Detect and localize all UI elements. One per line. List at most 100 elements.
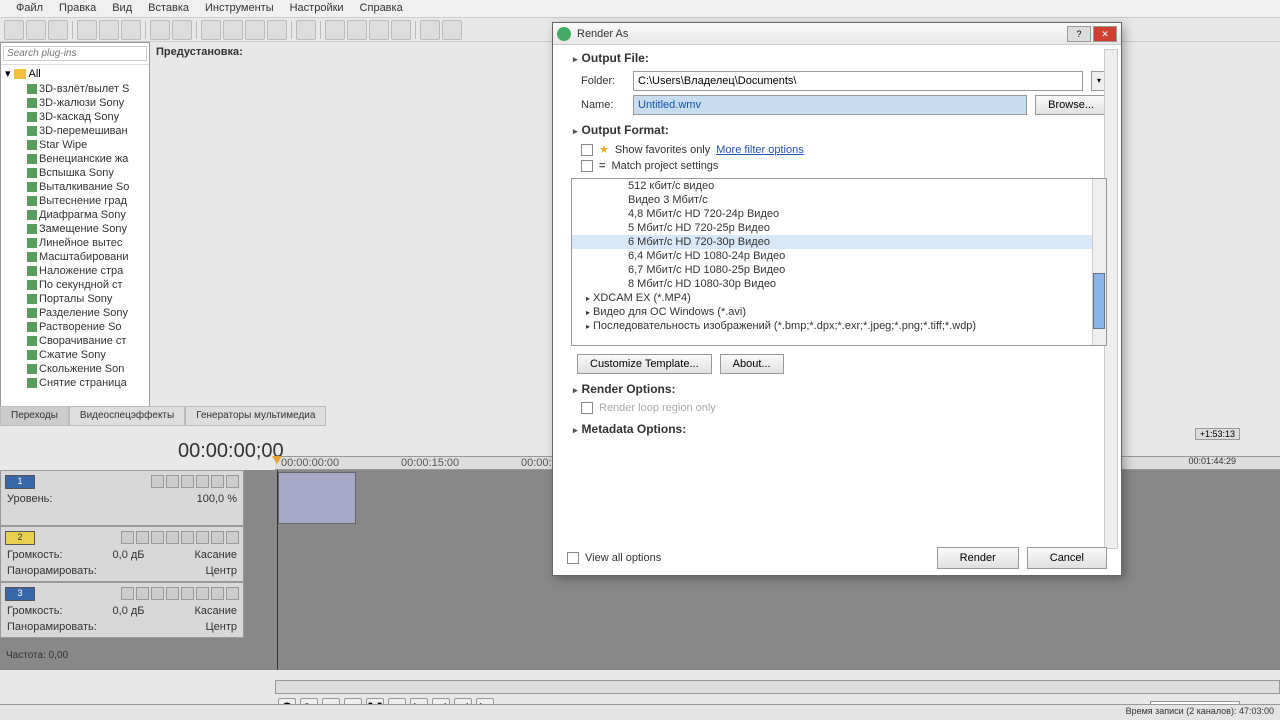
format-item[interactable]: 6,7 Мбит/с HD 1080-25p Видео <box>572 263 1106 277</box>
tb-tool-7[interactable] <box>347 20 367 40</box>
close-button[interactable]: ✕ <box>1093 26 1117 42</box>
format-item[interactable]: 8 Мбит/с HD 1080-30p Видео <box>572 277 1106 291</box>
tb-tool-4[interactable] <box>267 20 287 40</box>
menu-help[interactable]: Справка <box>352 0 411 17</box>
track-header-3[interactable]: 3 Громкость:0,0 дБКасание Панорамировать… <box>0 582 244 638</box>
menu-tools[interactable]: Инструменты <box>197 0 282 17</box>
tree-item[interactable]: Линейное вытес <box>1 236 149 250</box>
track-number: 3 <box>5 587 35 601</box>
menu-file[interactable]: Файл <box>8 0 51 17</box>
menu-insert[interactable]: Вставка <box>140 0 197 17</box>
tree-item[interactable]: Диафрагма Sony <box>1 208 149 222</box>
section-output-file[interactable]: Output File: <box>567 45 1107 69</box>
tree-item[interactable]: Сворачивание ст <box>1 334 149 348</box>
format-list[interactable]: 512 кбит/с видео Видео 3 Мбит/с 4,8 Мбит… <box>571 178 1107 346</box>
match-project-checkbox[interactable] <box>581 160 593 172</box>
tb-tool-11[interactable] <box>442 20 462 40</box>
section-metadata[interactable]: Metadata Options: <box>567 416 1107 440</box>
format-scroll-thumb[interactable] <box>1093 273 1105 329</box>
video-clip[interactable] <box>278 472 356 524</box>
tree-item[interactable]: Порталы Sony <box>1 292 149 306</box>
format-group[interactable]: Последовательность изображений (*.bmp;*.… <box>572 319 1106 333</box>
tree-item[interactable]: Star Wipe <box>1 138 149 152</box>
tree-item[interactable]: Наложение стра <box>1 264 149 278</box>
panel-tabs: Переходы Видеоспецэффекты Генераторы мул… <box>0 406 326 426</box>
tree-item[interactable]: Вспышка Sony <box>1 166 149 180</box>
effects-panel: ▾All 3D-взлёт/вылет S 3D-жалюзи Sony 3D-… <box>0 42 150 412</box>
tb-tool-3[interactable] <box>245 20 265 40</box>
tree-item[interactable]: Вытеснение град <box>1 194 149 208</box>
tree-item[interactable]: Растворение So <box>1 320 149 334</box>
dialog-title: Render As <box>577 28 1065 40</box>
show-favorites-checkbox[interactable] <box>581 144 593 156</box>
tree-item[interactable]: 3D-перемешиван <box>1 124 149 138</box>
tree-item[interactable]: Разделение Sony <box>1 306 149 320</box>
tree-item[interactable]: Сжатие Sony <box>1 348 149 362</box>
tb-tool-6[interactable] <box>325 20 345 40</box>
tree-item[interactable]: По секундной ст <box>1 278 149 292</box>
loop-region-checkbox <box>581 402 593 414</box>
tree-item[interactable]: Снятие страница <box>1 376 149 390</box>
dialog-titlebar[interactable]: Render As ? ✕ <box>553 23 1121 45</box>
customize-template-button[interactable]: Customize Template... <box>577 354 712 374</box>
tab-transitions[interactable]: Переходы <box>0 406 69 426</box>
tree-item[interactable]: 3D-каскад Sony <box>1 110 149 124</box>
section-render-options[interactable]: Render Options: <box>567 376 1107 400</box>
tree-item[interactable]: Скольжение Son <box>1 362 149 376</box>
tb-tool-1[interactable] <box>201 20 221 40</box>
tree-item[interactable]: Замещение Sony <box>1 222 149 236</box>
format-item-selected[interactable]: 6 Мбит/с HD 720-30p Видео <box>572 235 1106 249</box>
tb-undo[interactable] <box>150 20 170 40</box>
format-item[interactable]: 5 Мбит/с HD 720-25p Видео <box>572 221 1106 235</box>
tb-cut[interactable] <box>77 20 97 40</box>
view-all-label: View all options <box>585 552 661 564</box>
tb-paste[interactable] <box>121 20 141 40</box>
timecode-display: 00:00:00;00 <box>178 440 284 463</box>
tb-tool-2[interactable] <box>223 20 243 40</box>
cancel-button[interactable]: Cancel <box>1027 547 1107 569</box>
menu-settings[interactable]: Настройки <box>282 0 352 17</box>
more-filter-link[interactable]: More filter options <box>716 144 803 156</box>
tb-tool-5[interactable] <box>296 20 316 40</box>
render-button[interactable]: Render <box>937 547 1019 569</box>
tb-tool-9[interactable] <box>391 20 411 40</box>
tb-redo[interactable] <box>172 20 192 40</box>
tb-tool-10[interactable] <box>420 20 440 40</box>
track-header-2[interactable]: 2 Громкость:0,0 дБКасание Панорамировать… <box>0 526 244 582</box>
section-output-format[interactable]: Output Format: <box>567 117 1107 141</box>
tb-copy[interactable] <box>99 20 119 40</box>
search-input[interactable] <box>3 46 147 61</box>
browse-button[interactable]: Browse... <box>1035 95 1107 115</box>
format-group[interactable]: Видео для OC Windows (*.avi) <box>572 305 1106 319</box>
tb-new[interactable] <box>4 20 24 40</box>
tree-item[interactable]: 3D-взлёт/вылет S <box>1 82 149 96</box>
format-group[interactable]: XDCAM EX (*.MP4) <box>572 291 1106 305</box>
format-item[interactable]: Видео 3 Мбит/с <box>572 193 1106 207</box>
tb-tool-8[interactable] <box>369 20 389 40</box>
clip-timecode: 00:01:44:29 <box>1188 456 1236 466</box>
tree-item[interactable]: 3D-жалюзи Sony <box>1 96 149 110</box>
format-item[interactable]: 4,8 Мбит/с HD 720-24p Видео <box>572 207 1106 221</box>
effects-tree[interactable]: ▾All 3D-взлёт/вылет S 3D-жалюзи Sony 3D-… <box>1 65 149 405</box>
tb-save[interactable] <box>48 20 68 40</box>
folder-label: Folder: <box>581 75 625 87</box>
about-button[interactable]: About... <box>720 354 784 374</box>
timeline-scrollbar[interactable] <box>275 680 1280 694</box>
menu-edit[interactable]: Правка <box>51 0 104 17</box>
tab-generators[interactable]: Генераторы мультимедиа <box>185 406 326 426</box>
playhead[interactable] <box>277 470 278 670</box>
tb-open[interactable] <box>26 20 46 40</box>
menu-view[interactable]: Вид <box>104 0 140 17</box>
show-favorites-label: Show favorites only <box>615 144 710 156</box>
tree-item[interactable]: Выталкивание So <box>1 180 149 194</box>
help-button[interactable]: ? <box>1067 26 1091 42</box>
tree-item[interactable]: Венецианские жа <box>1 152 149 166</box>
name-input[interactable] <box>633 95 1027 115</box>
tab-videofx[interactable]: Видеоспецэффекты <box>69 406 185 426</box>
view-all-checkbox[interactable] <box>567 552 579 564</box>
format-item[interactable]: 512 кбит/с видео <box>572 179 1106 193</box>
track-header-1[interactable]: 1 Уровень:100,0 % <box>0 470 244 526</box>
format-item[interactable]: 6,4 Мбит/с HD 1080-24p Видео <box>572 249 1106 263</box>
tree-item[interactable]: Масштабировани <box>1 250 149 264</box>
folder-input[interactable] <box>633 71 1083 91</box>
